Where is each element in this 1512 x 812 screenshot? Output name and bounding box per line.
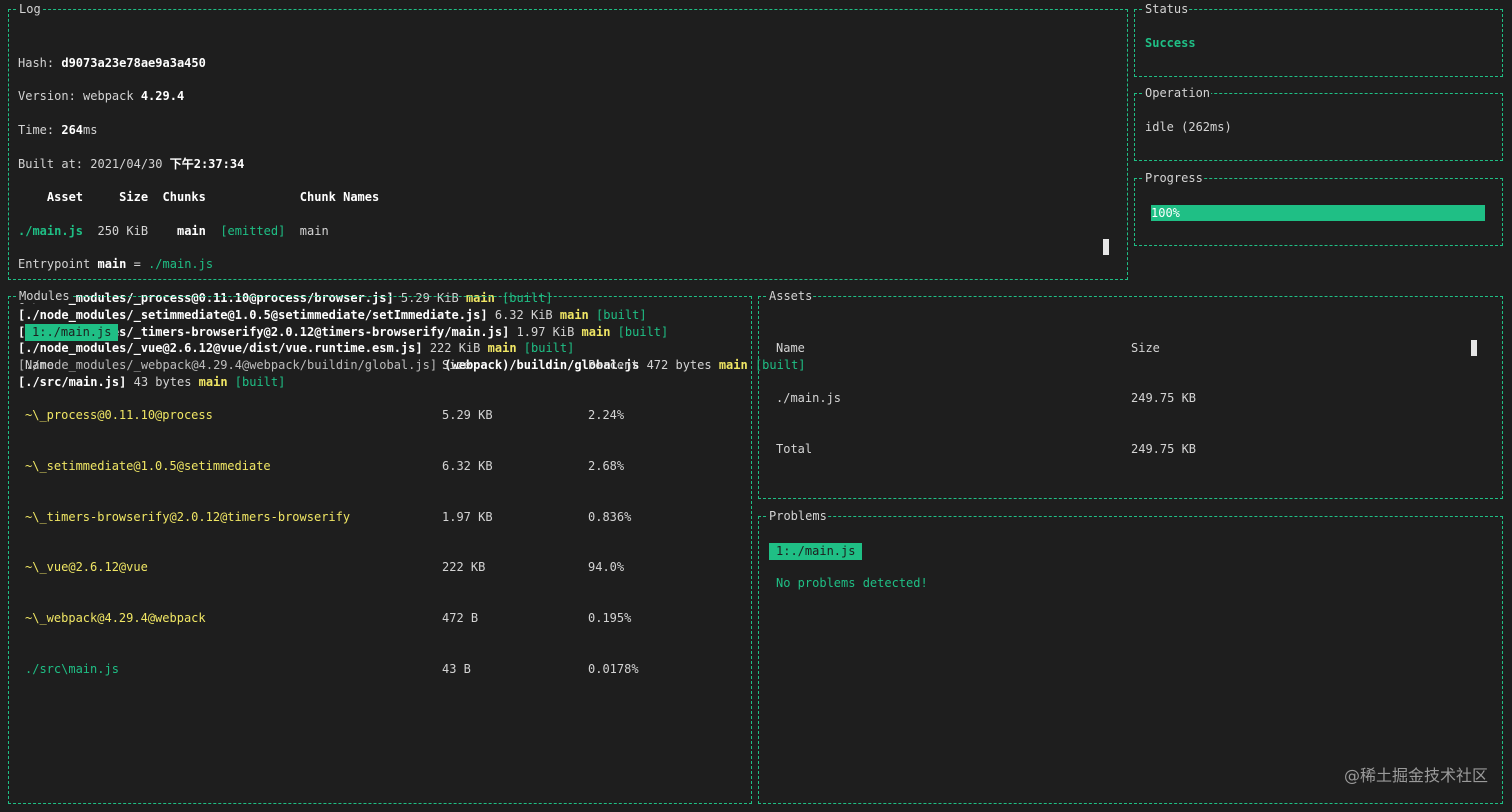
module-row-size: 222 KB xyxy=(442,560,486,574)
status-value: Success xyxy=(1145,36,1196,50)
assets-panel-title: Assets xyxy=(768,289,814,303)
progress-bar: 100% xyxy=(1151,205,1485,221)
module-row-percent: 0.195% xyxy=(588,611,632,625)
module-row-percent: 0.0178% xyxy=(588,662,639,676)
progress-panel: Progress 100% xyxy=(1134,171,1503,246)
assets-scroll-cursor[interactable] xyxy=(1471,340,1477,356)
log-entrypoint: Entrypoint main = ./main.js xyxy=(18,257,214,272)
asset-row-size: 249.75 KB xyxy=(1131,442,1197,456)
log-line-hash: Hash: d9073a23e78ae9a3a450 xyxy=(18,55,206,70)
log-line-time: Time: 264ms xyxy=(18,122,98,137)
module-row-size: 43 B xyxy=(442,662,471,676)
asset-row-name: Total xyxy=(776,442,813,456)
asset-row-size: 249.75 KB xyxy=(1131,391,1197,405)
modules-header-size: Size xyxy=(442,358,471,372)
module-row-size: 6.32 KB xyxy=(442,459,493,473)
module-row-size: 472 B xyxy=(442,611,479,625)
module-row-percent: 2.68% xyxy=(588,459,625,473)
module-row-name: ~\_process@0.11.10@process xyxy=(25,408,213,422)
log-panel-title: Log xyxy=(18,2,42,16)
assets-header-size: Size xyxy=(1131,341,1160,355)
module-row-name: ~\_webpack@4.29.4@webpack xyxy=(25,611,206,625)
problems-tab[interactable]: 1:./main.js xyxy=(769,543,863,560)
module-row-percent: 0.836% xyxy=(588,510,632,524)
modules-header-percent: Percent xyxy=(588,358,639,372)
progress-label: 100% xyxy=(1151,206,1180,220)
log-line-built: Built at: 2021/04/30 下午2:37:34 xyxy=(18,156,245,171)
module-row-name: ~\_vue@2.6.12@vue xyxy=(25,560,148,574)
problems-panel-title: Problems xyxy=(768,509,828,523)
module-row-percent: 94.0% xyxy=(588,560,625,574)
log-line-version: Version: webpack 4.29.4 xyxy=(18,89,185,104)
module-row-name: ~\_timers-browserify@2.0.12@timers-brows… xyxy=(25,510,351,524)
operation-panel: Operation idle (262ms) xyxy=(1134,86,1503,161)
modules-panel-title: Modules xyxy=(18,289,71,303)
modules-panel: Modules 1:./main.js Name Size Percent ~\… xyxy=(8,289,752,804)
operation-panel-title: Operation xyxy=(1144,86,1212,100)
log-scroll-cursor[interactable] xyxy=(1103,239,1109,255)
log-table-header: Asset Size Chunks Chunk Names xyxy=(18,190,380,205)
module-row-name: ~\_setimmediate@1.0.5@setimmediate xyxy=(25,459,271,473)
status-panel: Status Success xyxy=(1134,2,1503,77)
problems-message: No problems detected! xyxy=(776,576,928,590)
modules-header-name: Name xyxy=(25,358,54,372)
log-asset-row: ./main.js 250 KiB main [emitted] main xyxy=(18,223,329,238)
progress-panel-title: Progress xyxy=(1144,171,1204,185)
module-row-size: 1.97 KB xyxy=(442,510,493,524)
modules-tab[interactable]: 1:./main.js xyxy=(25,324,119,341)
module-row-size: 5.29 KB xyxy=(442,408,493,422)
module-row-name: ./src\main.js xyxy=(25,662,119,676)
asset-row-name: ./main.js xyxy=(776,391,842,405)
assets-header-name: Name xyxy=(776,341,805,355)
watermark: @稀土掘金技术社区 xyxy=(1343,766,1488,785)
status-panel-title: Status xyxy=(1144,2,1190,16)
assets-panel: Assets Name Size ./main.js 249.75 KB Total… xyxy=(758,289,1503,499)
module-row-percent: 2.24% xyxy=(588,408,625,422)
log-panel: Log Hash: d9073a23e78ae9a3a450 Version: … xyxy=(8,2,1128,389)
operation-value: idle (262ms) xyxy=(1145,120,1232,134)
problems-panel: Problems 1:./main.js No problems detecte… xyxy=(758,509,1503,804)
